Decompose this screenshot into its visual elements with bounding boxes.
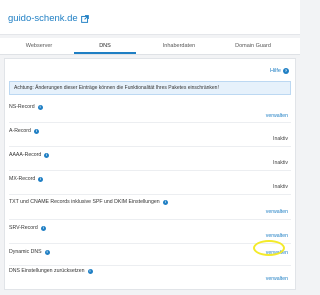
tab-dns[interactable]: DNS — [74, 38, 136, 54]
record-label-text: MX-Record — [9, 176, 36, 182]
record-row-txt-cname: TXT und CNAME Records inklusive SPF und … — [9, 194, 291, 220]
record-row-aaaa: AAAA-Record i Inaktiv — [9, 146, 291, 171]
help-label[interactable]: Hilfe — [270, 68, 281, 74]
record-label: DNS Einstellungen zurücksetzen i — [9, 268, 93, 274]
record-label: A-Record i — [9, 128, 39, 134]
info-icon[interactable]: i — [44, 152, 50, 158]
record-row-dns-reset: DNS Einstellungen zurücksetzen i verwalt… — [9, 265, 291, 287]
domain-name[interactable]: guido-schenk.de — [8, 13, 78, 24]
record-row-ns: NS-Record i verwalten — [9, 99, 291, 123]
dns-panel: Hilfe ? Achtung: Änderungen dieser Eintr… — [4, 58, 296, 290]
tab-webserver[interactable]: Webserver — [8, 38, 70, 54]
record-label-text: SRV-Record — [9, 225, 38, 231]
info-icon[interactable]: i — [38, 176, 44, 182]
tab-domain-guard[interactable]: Domain Guard — [218, 38, 288, 54]
info-icon[interactable]: i — [162, 199, 168, 205]
manage-link[interactable]: verwalten — [266, 276, 288, 282]
record-label-text: AAAA-Record — [9, 152, 42, 158]
external-link-icon[interactable] — [80, 14, 89, 23]
record-label: MX-Record i — [9, 176, 44, 182]
info-icon[interactable]: i — [37, 104, 43, 110]
manage-link[interactable]: verwalten — [266, 233, 288, 239]
status-text: Inaktiv — [273, 136, 288, 142]
info-icon[interactable]: i — [33, 128, 39, 134]
info-icon[interactable]: i — [44, 249, 50, 255]
record-label-text: TXT und CNAME Records inklusive SPF und … — [9, 199, 160, 205]
status-text: Inaktiv — [273, 184, 288, 190]
record-label: AAAA-Record i — [9, 152, 50, 158]
record-label-text: Dynamic DNS — [9, 249, 42, 255]
record-label: SRV-Record i — [9, 225, 46, 231]
manage-link[interactable]: verwalten — [266, 113, 288, 119]
manage-link[interactable]: verwalten — [266, 209, 288, 215]
tab-bar: Webserver DNS Inhaberdaten Domain Guard — [0, 38, 300, 55]
record-label: TXT und CNAME Records inklusive SPF und … — [9, 199, 168, 205]
status-text: Inaktiv — [273, 160, 288, 166]
record-row-mx: MX-Record i Inaktiv — [9, 170, 291, 195]
record-row-dynamic-dns: Dynamic DNS i verwalten — [9, 243, 291, 266]
highlight-circle — [253, 240, 285, 256]
help-link[interactable]: Hilfe ? — [270, 68, 289, 74]
help-icon[interactable]: ? — [283, 68, 289, 74]
tab-inhaberdaten[interactable]: Inhaberdaten — [148, 38, 210, 54]
domain-header: guido-schenk.de — [0, 0, 300, 35]
record-row-srv: SRV-Record i verwalten — [9, 219, 291, 244]
record-label-text: A-Record — [9, 128, 31, 134]
warning-notice: Achtung: Änderungen dieser Einträge könn… — [9, 81, 291, 95]
record-label-text: NS-Record — [9, 104, 35, 110]
info-icon[interactable]: i — [40, 225, 46, 231]
record-row-a: A-Record i Inaktiv — [9, 122, 291, 147]
info-icon[interactable]: i — [87, 268, 93, 274]
record-label: Dynamic DNS i — [9, 249, 50, 255]
domain-link[interactable]: guido-schenk.de — [8, 13, 89, 24]
record-label: NS-Record i — [9, 104, 43, 110]
record-label-text: DNS Einstellungen zurücksetzen — [9, 268, 85, 274]
